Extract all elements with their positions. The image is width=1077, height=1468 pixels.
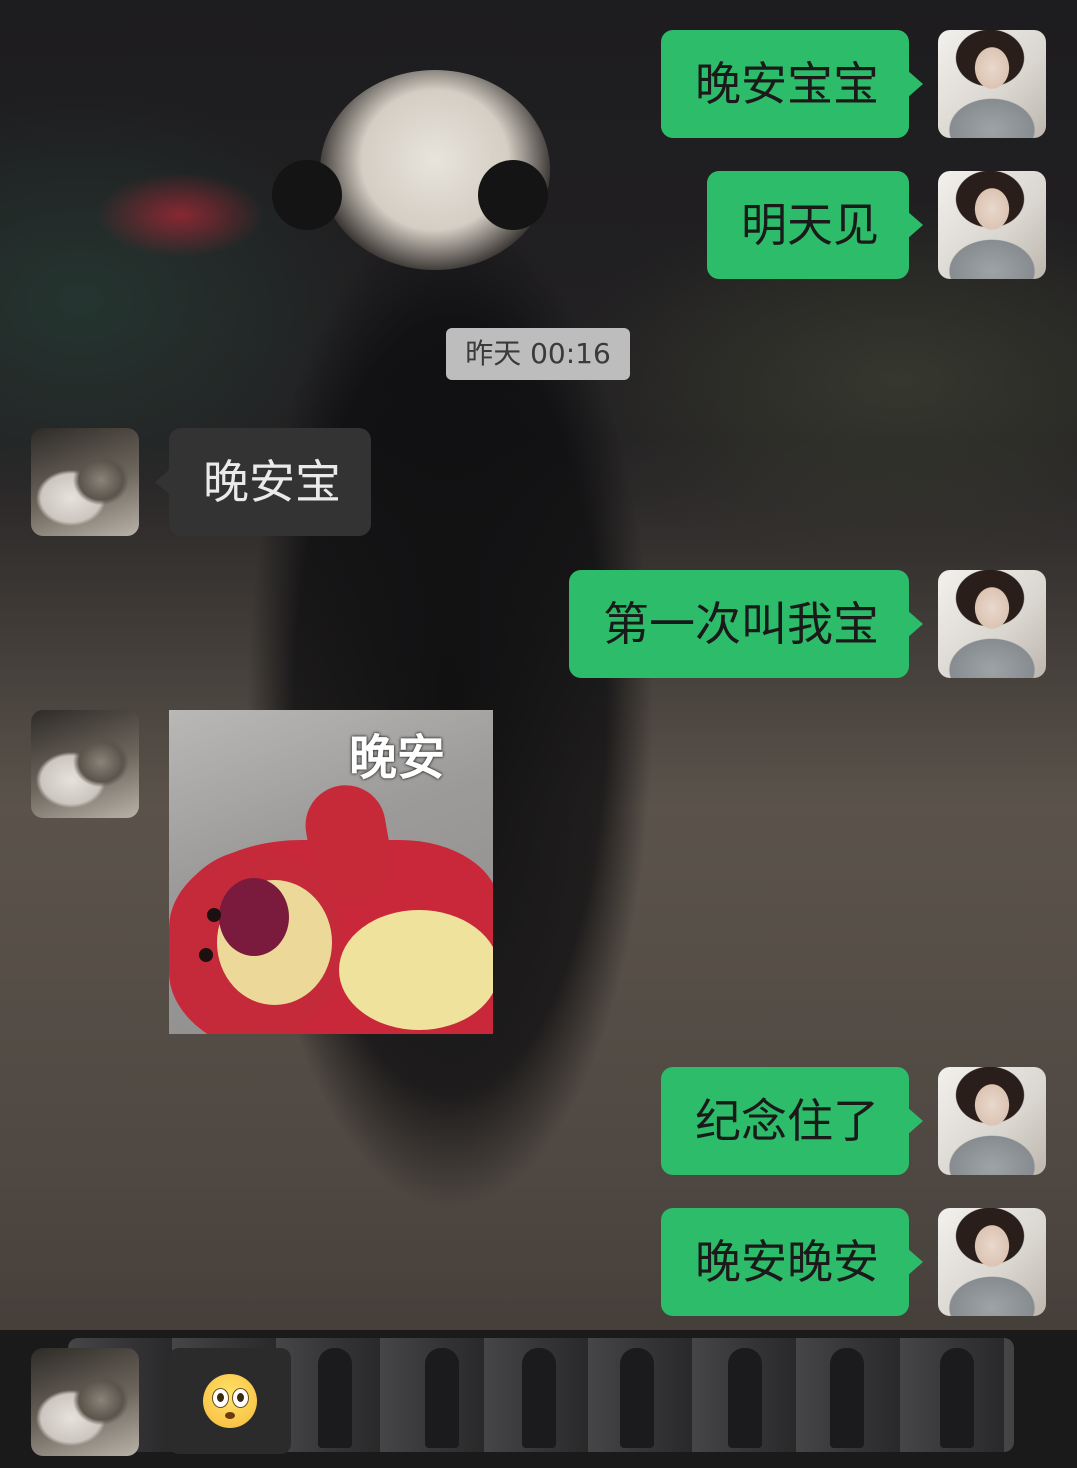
background-hat-ear (478, 160, 548, 230)
message-text: 晚安晚安 (695, 1235, 879, 1289)
message-text: 第一次叫我宝 (603, 597, 879, 651)
bear-eye (207, 908, 221, 922)
strip-figure (830, 1348, 864, 1448)
message-text: 晚安宝 (203, 455, 341, 509)
my-avatar[interactable] (938, 171, 1046, 279)
strip-figure (940, 1348, 974, 1448)
strip-figure (522, 1348, 556, 1448)
my-avatar[interactable] (938, 30, 1046, 138)
contact-avatar[interactable] (31, 710, 139, 818)
message-text: 纪念住了 (695, 1094, 879, 1148)
bear-nose (219, 878, 289, 956)
contact-avatar[interactable] (31, 1348, 139, 1456)
contact-avatar[interactable] (31, 428, 139, 536)
emoji-button[interactable] (169, 1348, 291, 1454)
timestamp-label: 昨天 00:16 (446, 328, 630, 380)
strip-figure (620, 1348, 654, 1448)
bear-belly (339, 910, 493, 1030)
message-text: 明天见 (741, 198, 879, 252)
my-avatar[interactable] (938, 1208, 1046, 1316)
flushed-face-icon (203, 1374, 257, 1428)
sticker-image[interactable]: 晚安 (169, 710, 493, 1034)
message-text: 晚安宝宝 (695, 57, 879, 111)
strip-figure (425, 1348, 459, 1448)
my-avatar[interactable] (938, 570, 1046, 678)
sticker-caption: 晚安 (349, 730, 446, 786)
bear-eye (199, 948, 213, 962)
message-bubble-sent[interactable]: 第一次叫我宝 (569, 570, 923, 678)
my-avatar[interactable] (938, 1067, 1046, 1175)
strip-figure (728, 1348, 762, 1448)
message-bubble-sent[interactable]: 晚安宝宝 (661, 30, 923, 138)
message-bubble-received[interactable]: 晚安宝 (155, 428, 371, 536)
message-bubble-sent[interactable]: 明天见 (707, 171, 923, 279)
message-bubble-sent[interactable]: 纪念住了 (661, 1067, 923, 1175)
strip-figure (318, 1348, 352, 1448)
background-hat-ear (272, 160, 342, 230)
message-bubble-sent[interactable]: 晚安晚安 (661, 1208, 923, 1316)
